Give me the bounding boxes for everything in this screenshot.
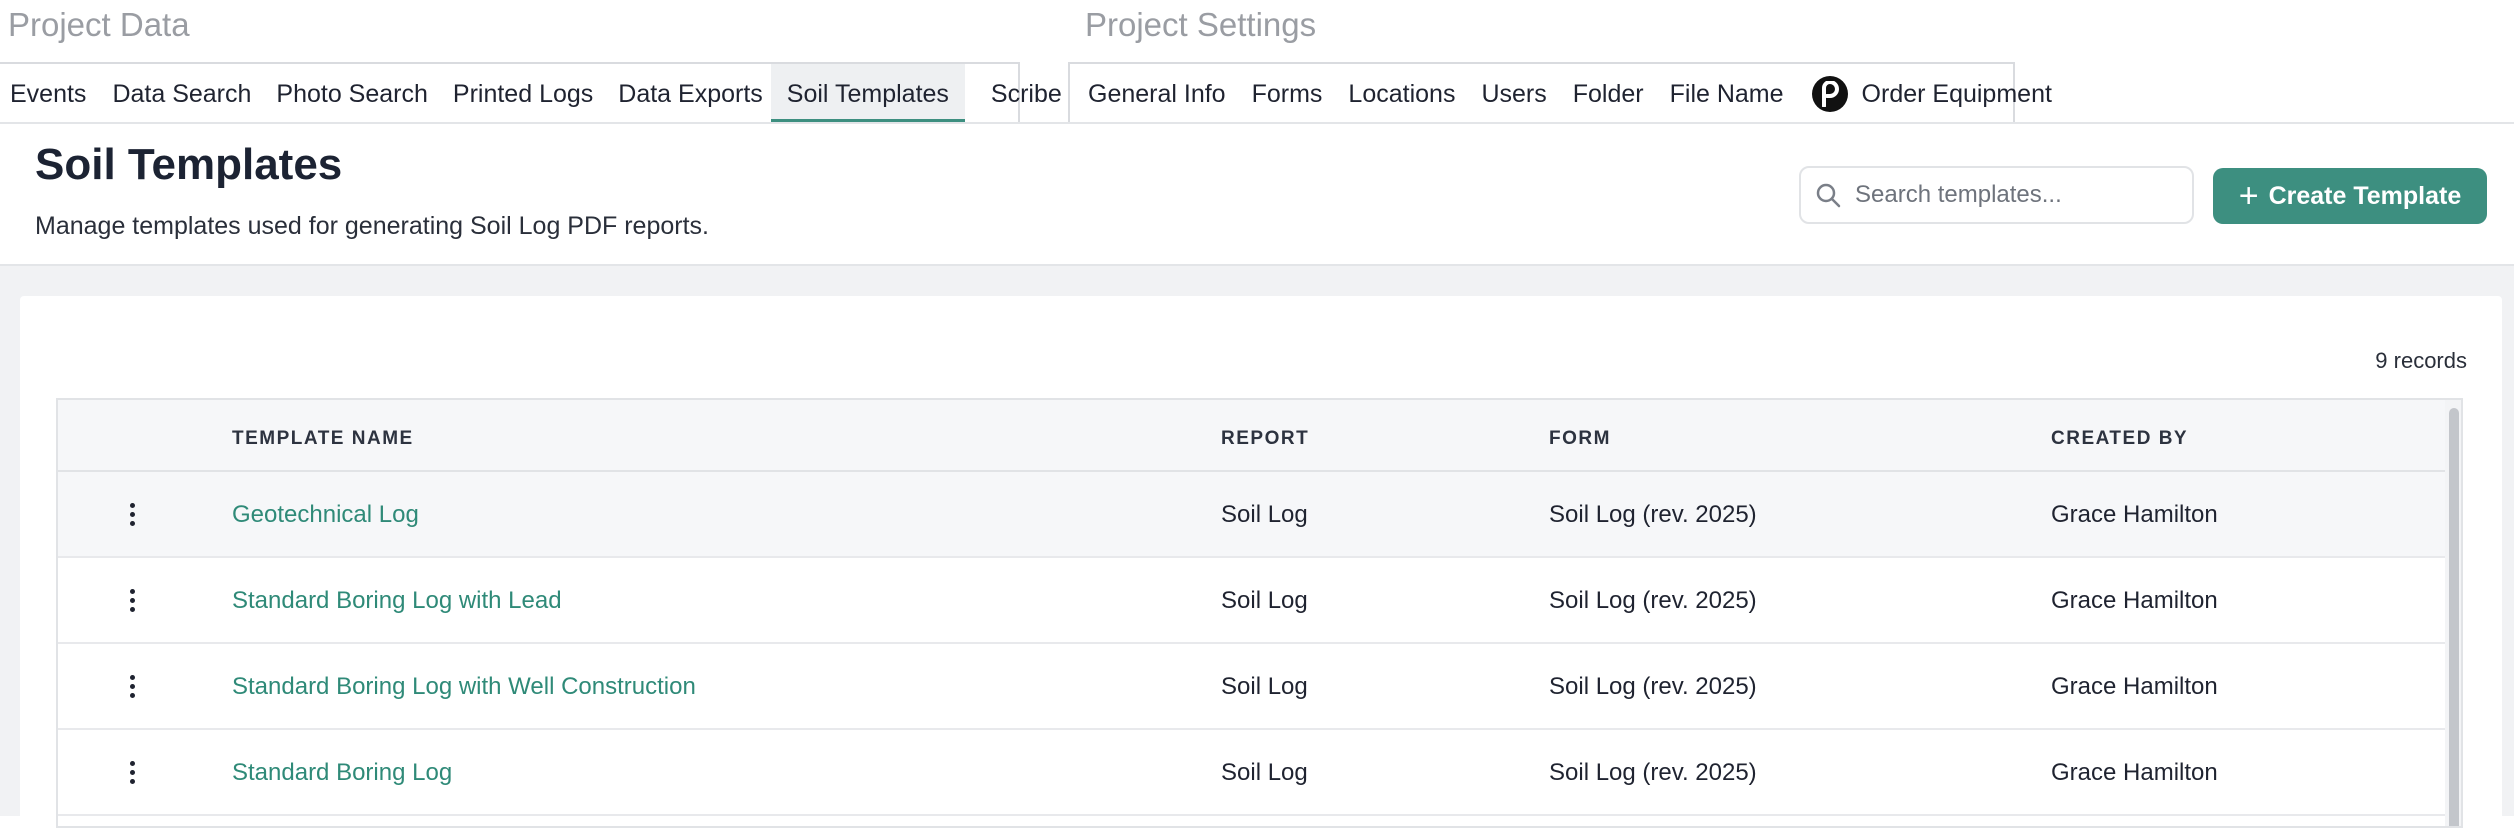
column-header-form[interactable]: FORM [1549,428,1611,450]
table-row: Standard Boring Log with Lead Soil Log S… [58,558,2445,644]
create-template-button[interactable]: + Create Template [2213,168,2487,224]
page-title: Soil Templates [35,140,343,189]
created-by-cell: Grace Hamilton [2051,587,2218,614]
records-count: 9 records [2375,348,2467,373]
tab-folder[interactable]: Folder [1573,64,1644,124]
search-icon [1816,183,1841,208]
project-data-title: Project Data [8,6,190,43]
create-template-label: Create Template [2268,181,2462,210]
column-header-template-name[interactable]: TEMPLATE NAME [232,428,414,450]
form-cell: Soil Log (rev. 2025) [1549,759,1757,786]
tab-photo-search[interactable]: Photo Search [276,64,428,124]
row-menu-icon[interactable] [118,580,146,620]
row-menu-icon[interactable] [118,494,146,534]
tab-order-equipment[interactable]: Order Equipment [1811,64,2052,124]
templates-table: TEMPLATE NAME REPORT FORM CREATED BY Geo… [56,398,2463,828]
created-by-cell: Grace Hamilton [2051,501,2218,528]
report-cell: Soil Log [1221,587,1308,614]
template-name-link[interactable]: Standard Boring Log with Lead [232,587,562,615]
form-cell: Soil Log (rev. 2025) [1549,501,1757,528]
tab-order-equipment-label: Order Equipment [1861,79,2052,108]
project-settings-tabbar: General Info Forms Locations Users Folde… [1068,62,2052,124]
column-header-report[interactable]: REPORT [1221,428,1309,450]
tab-forms[interactable]: Forms [1252,64,1323,124]
plus-icon: + [2238,177,2259,215]
report-cell: Soil Log [1221,759,1308,786]
table-row: Standard Boring Log with Well Constructi… [58,644,2445,730]
tab-file-name[interactable]: File Name [1670,64,1784,124]
brand-p-icon [1811,76,1848,112]
tab-users[interactable]: Users [1481,64,1546,124]
tab-scribe[interactable]: Scribe [991,64,1062,124]
template-name-link[interactable]: Geotechnical Log [232,501,419,529]
row-menu-icon[interactable] [118,666,146,706]
search-box[interactable] [1799,166,2194,224]
report-cell: Soil Log [1221,673,1308,700]
created-by-cell: Grace Hamilton [2051,673,2218,700]
tab-data-search[interactable]: Data Search [112,64,251,124]
row-menu-icon[interactable] [118,752,146,792]
top-navigation: Project Data Project Settings Events Dat… [0,0,2514,124]
scrollbar-thumb[interactable] [2449,408,2459,826]
tab-events[interactable]: Events [10,64,86,124]
page-header: Soil Templates Manage templates used for… [0,124,2514,266]
tab-locations[interactable]: Locations [1348,64,1455,124]
tab-printed-logs[interactable]: Printed Logs [453,64,593,124]
created-by-cell: Grace Hamilton [2051,759,2218,786]
search-input[interactable] [1855,181,2185,209]
tab-general-info[interactable]: General Info [1088,64,1226,124]
report-cell: Soil Log [1221,501,1308,528]
template-name-link[interactable]: Standard Boring Log [232,759,452,787]
column-header-created-by[interactable]: CREATED BY [2051,428,2188,450]
table-header: TEMPLATE NAME REPORT FORM CREATED BY [58,400,2445,472]
form-cell: Soil Log (rev. 2025) [1549,673,1757,700]
project-data-tabbar: Events Data Search Photo Search Printed … [0,62,1062,124]
table-row: Geotechnical Log Soil Log Soil Log (rev.… [58,472,2445,558]
project-settings-title: Project Settings [1085,6,1317,43]
tab-soil-templates[interactable]: Soil Templates [770,64,966,124]
table-row: Standard Boring Log Soil Log Soil Log (r… [58,730,2445,816]
template-name-link[interactable]: Standard Boring Log with Well Constructi… [232,673,696,701]
form-cell: Soil Log (rev. 2025) [1549,587,1757,614]
page-subtitle: Manage templates used for generating Soi… [35,212,709,240]
tab-data-exports[interactable]: Data Exports [618,64,763,124]
